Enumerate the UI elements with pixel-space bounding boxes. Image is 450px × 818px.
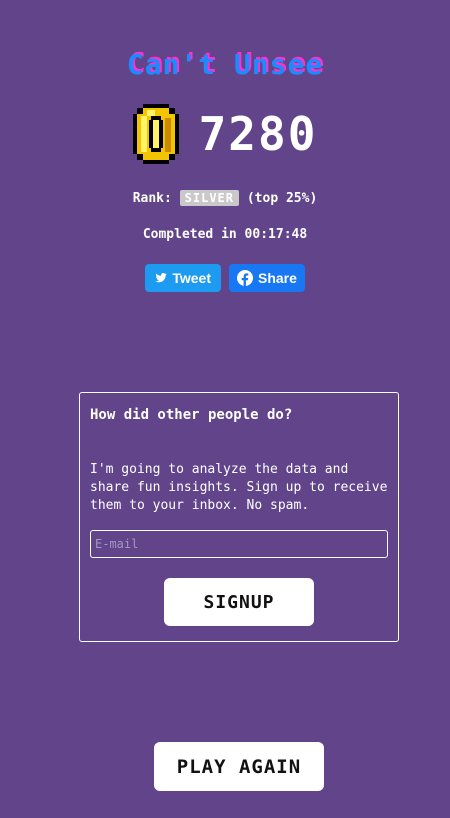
twitter-icon xyxy=(155,273,167,283)
score-value: 7280 xyxy=(198,107,318,161)
share-label: Share xyxy=(258,270,297,286)
share-buttons: Tweet Share xyxy=(0,264,450,292)
game-title: Can't Unsee xyxy=(126,48,324,81)
rank-label: Rank: xyxy=(132,191,172,206)
rank-line: Rank: SILVER (top 25%) xyxy=(0,190,450,206)
facebook-share-button[interactable]: Share xyxy=(229,264,305,292)
signup-card-description: I'm going to analyze the data and share … xyxy=(90,462,388,513)
tweet-button[interactable]: Tweet xyxy=(145,264,221,292)
signup-card-title: How did other people do? xyxy=(90,407,293,423)
facebook-icon xyxy=(237,270,253,286)
completion-time: Completed in 00:17:48 xyxy=(142,227,308,242)
signup-button[interactable]: SIGNUP xyxy=(164,578,314,626)
rank-percentile: (top 25%) xyxy=(246,191,318,206)
email-field[interactable] xyxy=(90,530,388,558)
play-again-button[interactable]: PLAY AGAIN xyxy=(154,742,324,791)
coin-icon xyxy=(132,104,179,164)
score-row: 7280 xyxy=(0,104,450,164)
signup-card: How did other people do? I'm going to an… xyxy=(79,392,399,642)
rank-badge: SILVER xyxy=(179,190,240,206)
tweet-label: Tweet xyxy=(172,270,211,286)
